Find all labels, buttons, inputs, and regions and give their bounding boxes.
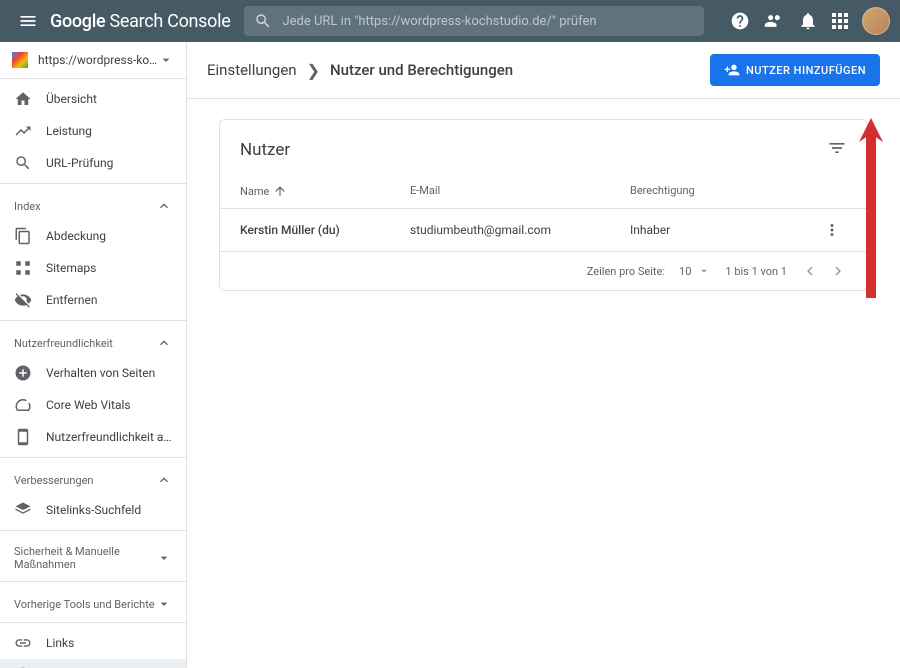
col-header-perm[interactable]: Berechtigung (630, 184, 817, 198)
users-card: Nutzer Name E-Mail Berechtigung Kerstin … (219, 119, 868, 291)
app-header: Google Search Console (0, 0, 900, 42)
speed-icon (14, 396, 32, 414)
add-user-label: NUTZER HINZUFÜGEN (746, 64, 866, 77)
smartphone-icon (14, 428, 32, 446)
search-input[interactable] (282, 14, 694, 29)
filter-button[interactable] (827, 138, 847, 162)
url-search-bar[interactable] (244, 6, 704, 36)
chevron-right-icon: ❯ (307, 61, 320, 80)
bell-icon (798, 11, 818, 31)
add-user-button[interactable]: NUTZER HINZUFÜGEN (710, 54, 880, 86)
property-label: https://wordpress-kochstudi... (38, 53, 158, 67)
menu-button[interactable] (10, 3, 46, 39)
app-logo: Google Search Console (50, 11, 230, 32)
row-name: Kerstin Müller (du) (240, 223, 410, 237)
chevron-up-icon (156, 335, 172, 351)
chevron-left-icon[interactable] (801, 262, 819, 280)
trend-icon (14, 122, 32, 140)
copy-icon (14, 227, 32, 245)
chevron-right-icon[interactable] (829, 262, 847, 280)
chevron-down-icon (156, 596, 172, 612)
property-selector[interactable]: https://wordpress-kochstudi... (0, 42, 186, 79)
help-button[interactable] (730, 11, 750, 31)
more-vert-icon (823, 221, 841, 239)
apps-icon (832, 13, 848, 29)
crumb-einstellungen[interactable]: Einstellungen (207, 61, 297, 79)
nav-section-main: Übersicht Leistung URL-Prüfung (0, 79, 186, 184)
nav-mobile[interactable]: Nutzerfreundlichkeit auf Mobil... (0, 421, 186, 453)
main: Einstellungen ❯ Nutzer und Berechtigunge… (187, 42, 900, 668)
arrow-up-icon (273, 184, 287, 198)
table-footer: Zeilen pro Seite: 10 1 bis 1 von 1 (220, 251, 867, 290)
search-icon (14, 154, 32, 172)
chevron-down-icon (156, 550, 172, 566)
col-header-email[interactable]: E-Mail (410, 184, 630, 198)
card-title: Nutzer (240, 140, 827, 160)
body: https://wordpress-kochstudi... Übersicht… (0, 42, 900, 668)
help-icon (730, 11, 750, 31)
nav-heading-nutzerfreundlichkeit[interactable]: Nutzerfreundlichkeit (0, 325, 186, 357)
rows-per-page-select[interactable]: 10 (679, 264, 711, 278)
col-header-name[interactable]: Name (240, 184, 410, 198)
row-email: studiumbeuth@gmail.com (410, 223, 630, 237)
header-actions (730, 7, 890, 35)
visibility-off-icon (14, 291, 32, 309)
layers-icon (14, 501, 32, 519)
card-header: Nutzer (220, 120, 867, 174)
nav-section-sicherheit: Sicherheit & Manuelle Maßnahmen (0, 531, 186, 582)
nav-heading-index[interactable]: Index (0, 188, 186, 220)
avatar[interactable] (862, 7, 890, 35)
nav-links[interactable]: Links (0, 627, 186, 659)
nav-sitelinks[interactable]: Sitelinks-Suchfeld (0, 494, 186, 526)
nav-verhalten[interactable]: Verhalten von Seiten (0, 357, 186, 389)
table-row: Kerstin Müller (du) studiumbeuth@gmail.c… (220, 208, 867, 251)
nav-section-index: Index Abdeckung Sitemaps Entfernen (0, 184, 186, 321)
rows-per-page-label: Zeilen pro Seite: (587, 265, 665, 278)
crumb-nutzer: Nutzer und Berechtigungen (330, 61, 513, 79)
nav-section-vorherige: Vorherige Tools und Berichte (0, 582, 186, 623)
nav-section-footer: Links Einstellungen Feedback geben (0, 623, 186, 668)
nav-leistung[interactable]: Leistung (0, 115, 186, 147)
chevron-up-icon (156, 198, 172, 214)
nav-sitemaps[interactable]: Sitemaps (0, 252, 186, 284)
apps-button[interactable] (832, 13, 848, 29)
nav-uebersicht[interactable]: Übersicht (0, 83, 186, 115)
page-range: 1 bis 1 von 1 (725, 265, 787, 278)
home-icon (14, 90, 32, 108)
dropdown-icon (697, 264, 711, 278)
link-icon (14, 634, 32, 652)
chevron-up-icon (156, 472, 172, 488)
search-icon (254, 12, 272, 30)
nav-heading-verbesserungen[interactable]: Verbesserungen (0, 462, 186, 494)
nav-einstellungen[interactable]: Einstellungen (0, 659, 186, 668)
nav-heading-sicherheit[interactable]: Sicherheit & Manuelle Maßnahmen (0, 535, 186, 577)
nav-section-nutzerfreundlichkeit: Nutzerfreundlichkeit Verhalten von Seite… (0, 321, 186, 458)
content: Nutzer Name E-Mail Berechtigung Kerstin … (187, 99, 900, 311)
people-icon (764, 11, 784, 31)
row-more-button[interactable] (817, 221, 847, 239)
logo-suffix: Search Console (110, 11, 231, 32)
hamburger-icon (18, 11, 38, 31)
nav-abdeckung[interactable]: Abdeckung (0, 220, 186, 252)
filter-icon (827, 138, 847, 158)
dropdown-icon (158, 52, 174, 68)
nav-url-pruefung[interactable]: URL-Prüfung (0, 147, 186, 179)
breadcrumb-bar: Einstellungen ❯ Nutzer und Berechtigunge… (187, 42, 900, 99)
account-manage-button[interactable] (764, 11, 784, 31)
nav-entfernen[interactable]: Entfernen (0, 284, 186, 316)
sitemap-icon (14, 259, 32, 277)
notifications-button[interactable] (798, 11, 818, 31)
sidebar: https://wordpress-kochstudi... Übersicht… (0, 42, 187, 668)
nav-heading-vorherige[interactable]: Vorherige Tools und Berichte (0, 586, 186, 618)
logo-prefix: Google (50, 11, 105, 32)
nav-section-verbesserungen: Verbesserungen Sitelinks-Suchfeld (0, 458, 186, 531)
property-icon (12, 52, 28, 68)
nav-core-web-vitals[interactable]: Core Web Vitals (0, 389, 186, 421)
plus-circle-icon (14, 364, 32, 382)
table-header: Name E-Mail Berechtigung (220, 174, 867, 208)
row-perm: Inhaber (630, 223, 817, 237)
page-nav (801, 262, 847, 280)
person-add-icon (724, 62, 740, 78)
